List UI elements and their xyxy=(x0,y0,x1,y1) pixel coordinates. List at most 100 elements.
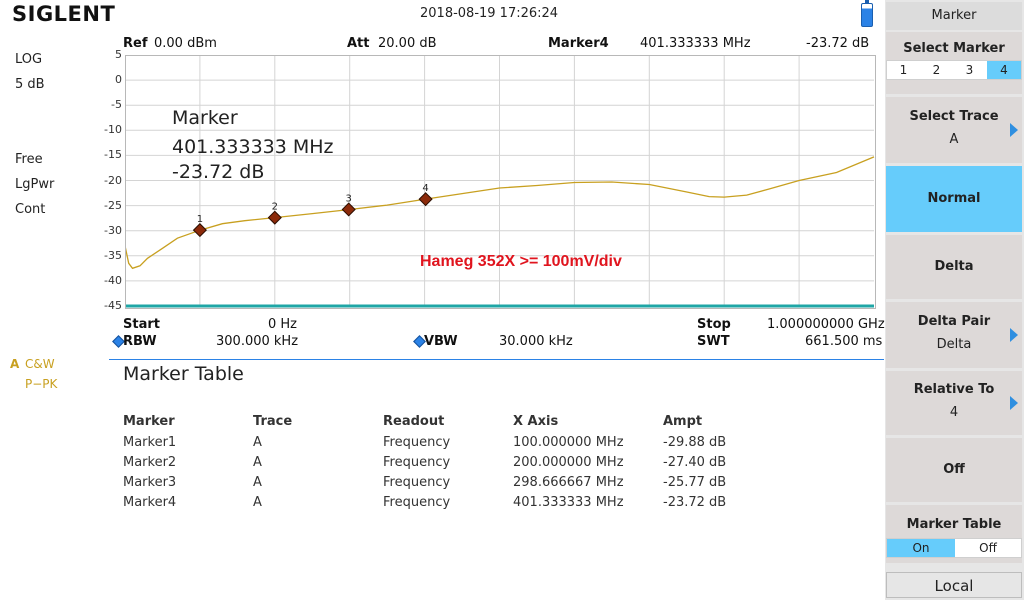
marker-box-title: Marker xyxy=(172,107,238,129)
delta-pair-value: Delta xyxy=(936,337,972,352)
select-marker-key[interactable]: Select Marker 1 2 3 4 xyxy=(886,32,1022,94)
start-value[interactable]: 0 Hz xyxy=(268,317,297,332)
cell: A xyxy=(253,434,262,450)
col-marker: Marker xyxy=(123,413,175,429)
marker-table-title: Marker Table xyxy=(123,363,244,385)
cell: Frequency xyxy=(383,434,451,450)
off-key[interactable]: Off xyxy=(886,438,1022,502)
cell: Marker2 xyxy=(123,454,177,470)
marker-table-off[interactable]: Off xyxy=(955,539,1021,557)
y-tick-label: 0 xyxy=(115,73,122,87)
table-row[interactable]: Marker2 A Frequency 200.000000 MHz -27.4… xyxy=(123,452,783,472)
att-value: 20.00 dB xyxy=(378,36,437,51)
relative-to-label: Relative To xyxy=(913,382,995,397)
marker-box-ampl: -23.72 dB xyxy=(172,161,265,183)
active-marker-label: Marker4 xyxy=(548,36,609,51)
marker-table-toggle[interactable]: On Off xyxy=(886,538,1022,558)
rbw-label: RBW xyxy=(123,334,157,349)
cell: -25.77 dB xyxy=(663,474,727,490)
divider-line xyxy=(109,359,884,360)
stop-value[interactable]: 1.000000000 GHz xyxy=(767,317,885,332)
col-ampt: Ampt xyxy=(663,413,703,429)
cell: A xyxy=(253,494,262,510)
cell: 200.000000 MHz xyxy=(513,454,624,470)
cell: 298.666667 MHz xyxy=(513,474,624,490)
active-marker-ampl: -23.72 dB xyxy=(806,36,870,51)
stop-label: Stop xyxy=(697,317,731,332)
cell: 401.333333 MHz xyxy=(513,494,624,510)
marker-2-label: 2 xyxy=(272,202,278,213)
marker-table-on[interactable]: On xyxy=(887,539,955,557)
delta-pair-label: Delta Pair xyxy=(917,314,991,329)
cell: A xyxy=(253,454,262,470)
delta-label: Delta xyxy=(934,259,974,274)
relative-to-key[interactable]: Relative To 4 xyxy=(886,371,1022,435)
marker-selector[interactable]: 1 2 3 4 xyxy=(886,60,1022,80)
cell: Frequency xyxy=(383,474,451,490)
arrow-right-icon xyxy=(1010,328,1018,342)
arrow-right-icon xyxy=(1010,396,1018,410)
cell: -29.88 dB xyxy=(663,434,727,450)
y-tick-label: -30 xyxy=(104,223,122,237)
menu-title-text: Marker xyxy=(931,8,977,23)
arrow-right-icon xyxy=(1010,123,1018,137)
cell: Marker3 xyxy=(123,474,177,490)
marker-1-point xyxy=(192,223,207,238)
y-tick-label: -15 xyxy=(104,148,122,162)
marker-table-header: Marker Trace Readout X Axis Ampt xyxy=(123,410,783,432)
delta-pair-key[interactable]: Delta Pair Delta xyxy=(886,302,1022,368)
local-button[interactable]: Local xyxy=(886,572,1022,598)
marker-4-point xyxy=(418,192,433,207)
marker-table: Marker Trace Readout X Axis Ampt Marker1… xyxy=(123,410,783,512)
marker-3-point xyxy=(341,202,356,217)
swt-value[interactable]: 661.500 ms xyxy=(805,334,882,349)
table-row[interactable]: Marker1 A Frequency 100.000000 MHz -29.8… xyxy=(123,432,783,452)
off-label: Off xyxy=(943,462,965,477)
marker-3-label: 3 xyxy=(346,193,352,204)
att-label: Att xyxy=(347,36,370,51)
rbw-value[interactable]: 300.000 kHz xyxy=(216,334,298,349)
y-tick-label: -35 xyxy=(104,248,122,262)
y-tick-label: -10 xyxy=(104,123,122,137)
marker-option-1[interactable]: 1 xyxy=(887,61,920,79)
date-time: 2018-08-19 17:26:24 xyxy=(420,6,559,21)
trace-mode-1: C&W xyxy=(25,357,55,371)
scale-type: LOG xyxy=(15,52,43,67)
trace-letter: A xyxy=(10,357,20,371)
col-x-axis: X Axis xyxy=(513,413,559,429)
menu-title: Marker xyxy=(886,2,1022,30)
marker-table-key[interactable]: Marker Table On Off xyxy=(886,505,1022,563)
table-row[interactable]: Marker3 A Frequency 298.666667 MHz -25.7… xyxy=(123,472,783,492)
normal-label: Normal xyxy=(927,191,981,206)
scale-div: 5 dB xyxy=(15,77,45,92)
y-tick-label: -25 xyxy=(104,198,122,212)
start-label: Start xyxy=(123,317,160,332)
marker-option-4[interactable]: 4 xyxy=(987,61,1021,79)
ref-value: 0.00 dBm xyxy=(154,36,217,51)
marker-box-freq: 401.333333 MHz xyxy=(172,136,334,158)
select-trace-label: Select Trace xyxy=(909,109,999,124)
trigger-mode: Free xyxy=(15,152,43,167)
vbw-value[interactable]: 30.000 kHz xyxy=(499,334,573,349)
cell: A xyxy=(253,474,262,490)
marker-2-point xyxy=(267,210,282,225)
select-marker-label: Select Marker xyxy=(903,41,1005,56)
vbw-label: VBW xyxy=(424,334,458,349)
y-tick-label: -40 xyxy=(104,273,122,287)
cell: -23.72 dB xyxy=(663,494,727,510)
select-trace-key[interactable]: Select Trace A xyxy=(886,97,1022,163)
normal-key[interactable]: Normal xyxy=(886,166,1022,232)
trace-mode-2: P−PK xyxy=(25,377,58,391)
marker-option-2[interactable]: 2 xyxy=(920,61,953,79)
marker-option-3[interactable]: 3 xyxy=(953,61,986,79)
cell: 100.000000 MHz xyxy=(513,434,624,450)
active-marker-freq: 401.333333 MHz xyxy=(640,36,751,51)
table-row[interactable]: Marker4 A Frequency 401.333333 MHz -23.7… xyxy=(123,492,783,512)
cell: Frequency xyxy=(383,454,451,470)
y-tick-label: 5 xyxy=(115,48,122,61)
brand-logo: SIGLENT xyxy=(12,2,116,26)
delta-key[interactable]: Delta xyxy=(886,235,1022,299)
cell: Marker1 xyxy=(123,434,177,450)
y-tick-label: -20 xyxy=(104,173,122,187)
detector-mode: LgPwr xyxy=(15,177,55,192)
